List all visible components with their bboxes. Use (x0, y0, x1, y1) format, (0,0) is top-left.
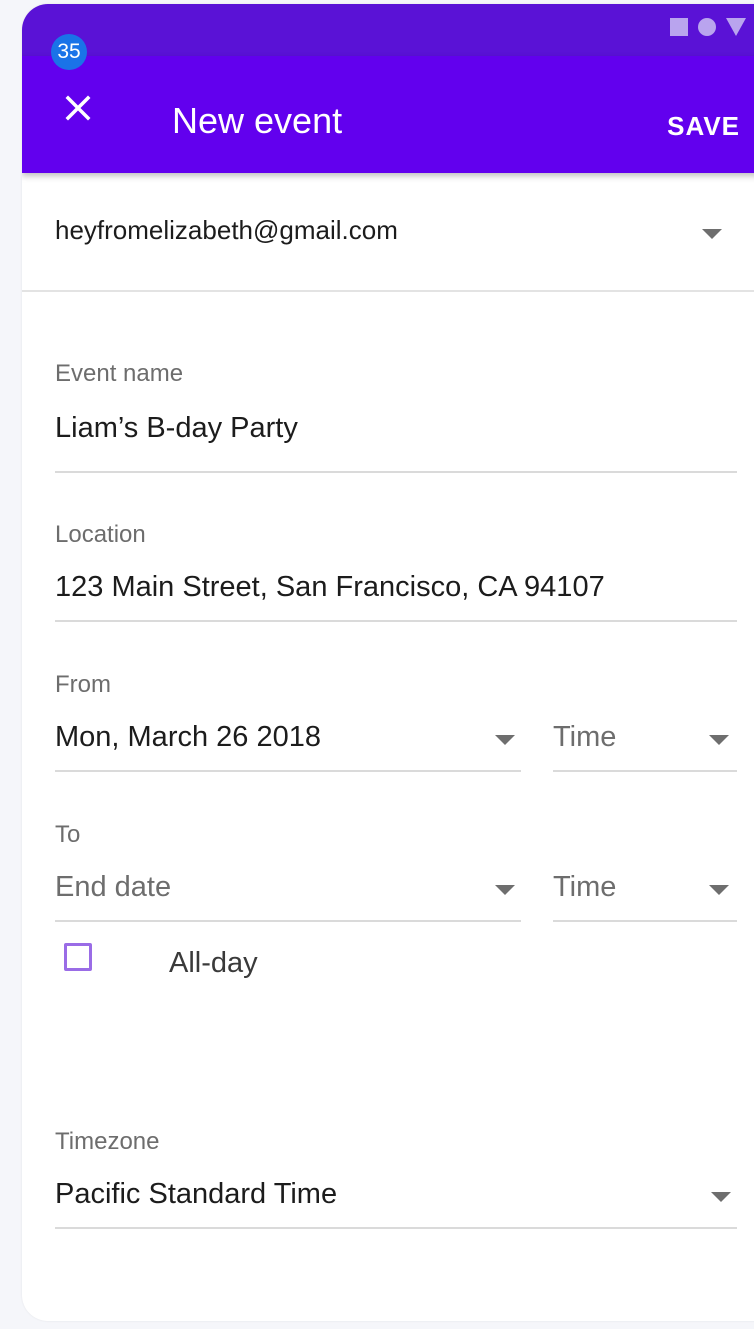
all-day-checkbox[interactable] (64, 943, 92, 971)
home-icon (698, 18, 716, 36)
location-value: 123 Main Street, San Francisco, CA 94107 (55, 571, 605, 603)
chevron-down-icon (709, 885, 729, 895)
to-time-placeholder: Time (553, 871, 617, 903)
from-date-underline (55, 770, 521, 772)
status-icons (670, 18, 746, 36)
chevron-down-icon (709, 735, 729, 745)
back-icon (726, 18, 746, 36)
notification-badge: 35 (51, 34, 87, 70)
to-date-dropdown[interactable]: End date (55, 859, 521, 921)
event-name-value: Liam’s B-day Party (55, 412, 298, 444)
chevron-down-icon (495, 885, 515, 895)
page-title: New event (172, 100, 343, 141)
to-time-underline (553, 920, 737, 922)
to-date-placeholder: End date (55, 871, 172, 903)
close-icon (65, 95, 91, 121)
from-label: From (55, 671, 111, 698)
from-time-placeholder: Time (553, 721, 617, 753)
to-time-dropdown[interactable]: Time (553, 859, 737, 921)
from-time-dropdown[interactable]: Time (553, 709, 737, 771)
from-date-dropdown[interactable]: Mon, March 26 2018 (55, 709, 521, 771)
account-selector[interactable]: heyfromelizabeth@gmail.com (22, 173, 754, 292)
chevron-down-icon (711, 1192, 731, 1202)
timezone-value: Pacific Standard Time (55, 1178, 338, 1210)
chevron-down-icon (495, 735, 515, 745)
to-date-underline (55, 920, 521, 922)
status-bar (22, 4, 754, 56)
close-button[interactable] (56, 86, 100, 130)
from-time-underline (553, 770, 737, 772)
timezone-dropdown[interactable]: Pacific Standard Time (55, 1166, 737, 1228)
timezone-label: Timezone (55, 1128, 160, 1155)
location-underline (55, 620, 737, 622)
location-label: Location (55, 521, 146, 548)
event-name-label: Event name (55, 360, 184, 387)
to-label: To (55, 821, 81, 848)
event-name-field[interactable]: Liam’s B-day Party (55, 402, 737, 472)
from-date-value: Mon, March 26 2018 (55, 721, 321, 753)
location-field[interactable]: 123 Main Street, San Francisco, CA 94107 (55, 559, 737, 621)
timezone-underline (55, 1227, 737, 1229)
event-name-underline (55, 471, 737, 473)
phone-screen: 35 New event SAVE heyfromelizabeth@gmail… (22, 4, 754, 1321)
recent-apps-icon (670, 18, 688, 36)
app-bar: New event SAVE (22, 56, 754, 173)
account-email: heyfromelizabeth@gmail.com (55, 215, 398, 245)
all-day-label: All-day (169, 947, 258, 979)
chevron-down-icon (702, 229, 722, 239)
save-button[interactable]: SAVE (667, 111, 740, 142)
